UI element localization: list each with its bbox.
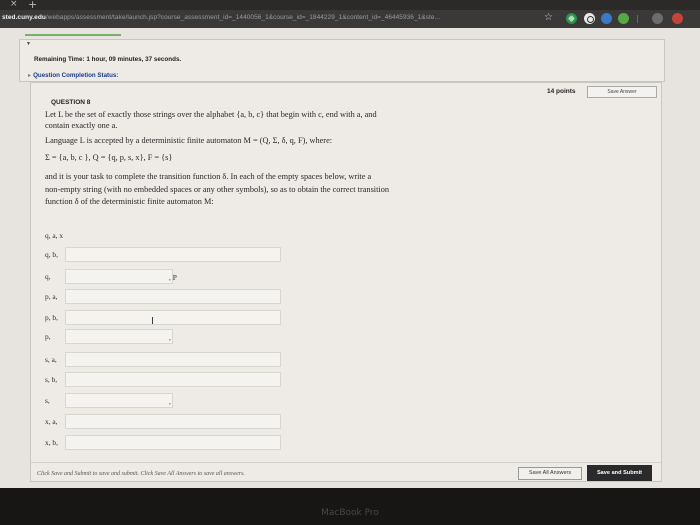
completion-status-toggle[interactable]: ▸ Question Completion Status: xyxy=(28,72,118,79)
profile-icon[interactable] xyxy=(652,13,663,24)
submit-instructions: Click Save and Submit to save and submit… xyxy=(37,471,245,477)
question-panel: QUESTION 8 14 points Save Answer Let L b… xyxy=(30,82,662,482)
remaining-time: Remaining Time: 1 hour, 09 minutes, 37 s… xyxy=(34,56,181,63)
save-answer-button[interactable]: Save Answer xyxy=(587,86,657,98)
transition-label: s, b, xyxy=(45,375,58,384)
save-all-answers-button[interactable]: Save All Answers xyxy=(518,467,582,480)
transition-input[interactable] xyxy=(65,289,281,304)
transition-input[interactable] xyxy=(65,269,173,284)
transition-input[interactable] xyxy=(65,414,281,429)
transition-input[interactable] xyxy=(65,435,281,450)
red-extension-icon[interactable] xyxy=(672,13,683,24)
bookmark-star-icon[interactable]: ☆ xyxy=(544,12,553,23)
transition-label: x, b, xyxy=(45,438,58,447)
transition-separator: , xyxy=(169,333,171,342)
transition-input[interactable] xyxy=(65,352,281,367)
url-host: sted.cuny.edu xyxy=(2,14,46,21)
transition-input[interactable] xyxy=(65,329,173,344)
tab-strip: × + xyxy=(0,0,700,11)
transition-label: s, xyxy=(45,396,50,405)
green-extension-icon[interactable] xyxy=(618,13,629,24)
transition-input[interactable] xyxy=(65,247,281,262)
text-cursor-icon: I xyxy=(151,316,154,327)
transition-separator: , xyxy=(169,397,171,406)
transition-label: q, b, xyxy=(45,250,58,259)
transition-separator: , P xyxy=(169,273,177,282)
transition-label: q, xyxy=(45,272,51,281)
question-text-line-6: non-empty string (with no embedded space… xyxy=(45,185,390,194)
submit-bar: Click Save and Submit to save and submit… xyxy=(31,462,661,482)
question-text-line-7: function δ of the deterministic finite a… xyxy=(45,197,214,206)
completion-status-label: Question Completion Status: xyxy=(33,72,119,79)
circle-icon[interactable] xyxy=(584,13,595,24)
assessment-page: ▼ Remaining Time: 1 hour, 09 minutes, 37… xyxy=(0,28,700,488)
blue-extension-icon[interactable] xyxy=(601,13,612,24)
device-label: MacBook Pro xyxy=(321,508,379,518)
question-text-line-4: Σ = {a, b, c }, Q = {q, p, s, x}, F = {s… xyxy=(45,153,173,162)
toolbar-divider xyxy=(637,15,638,23)
question-text-line-5: and it is your task to complete the tran… xyxy=(45,172,372,181)
progress-strip xyxy=(25,34,121,36)
url-text[interactable]: sted.cuny.edu/webapps/assessment/take/la… xyxy=(2,14,440,21)
question-text-line-2: contain exactly one a. xyxy=(45,121,118,130)
transition-label: p, b, xyxy=(45,313,58,322)
transition-label: s, a, xyxy=(45,355,57,364)
question-points: 14 points xyxy=(547,88,576,95)
save-and-submit-button[interactable]: Save and Submit xyxy=(587,465,652,481)
laptop-bezel: MacBook Pro xyxy=(0,488,700,525)
question-text-line-3: Language L is accepted by a deterministi… xyxy=(45,136,333,145)
remaining-time-label: Remaining Time: xyxy=(34,56,85,63)
transition-input[interactable] xyxy=(65,310,281,325)
transition-label: q, a, x xyxy=(45,231,64,240)
url-path: /webapps/assessment/take/launch.jsp?cour… xyxy=(45,14,441,21)
collapse-caret-icon[interactable]: ▼ xyxy=(26,41,31,47)
transition-input[interactable] xyxy=(65,393,173,408)
question-heading: QUESTION 8 xyxy=(51,99,91,106)
remaining-time-value: 1 hour, 09 minutes, 37 seconds. xyxy=(86,56,182,63)
transition-label: x, a, xyxy=(45,417,58,426)
close-tab-icon[interactable]: × xyxy=(10,0,18,9)
question-text-line-1: Let L be the set of exactly those string… xyxy=(45,110,377,119)
transition-label: p, a, xyxy=(45,292,58,301)
shield-check-icon[interactable] xyxy=(566,13,577,24)
transition-label: p, xyxy=(45,332,51,341)
timer-panel: ▼ Remaining Time: 1 hour, 09 minutes, 37… xyxy=(19,39,665,82)
address-bar[interactable]: sted.cuny.edu/webapps/assessment/take/la… xyxy=(0,10,700,28)
transition-input[interactable] xyxy=(65,372,281,387)
expand-arrow-icon: ▸ xyxy=(28,72,32,79)
